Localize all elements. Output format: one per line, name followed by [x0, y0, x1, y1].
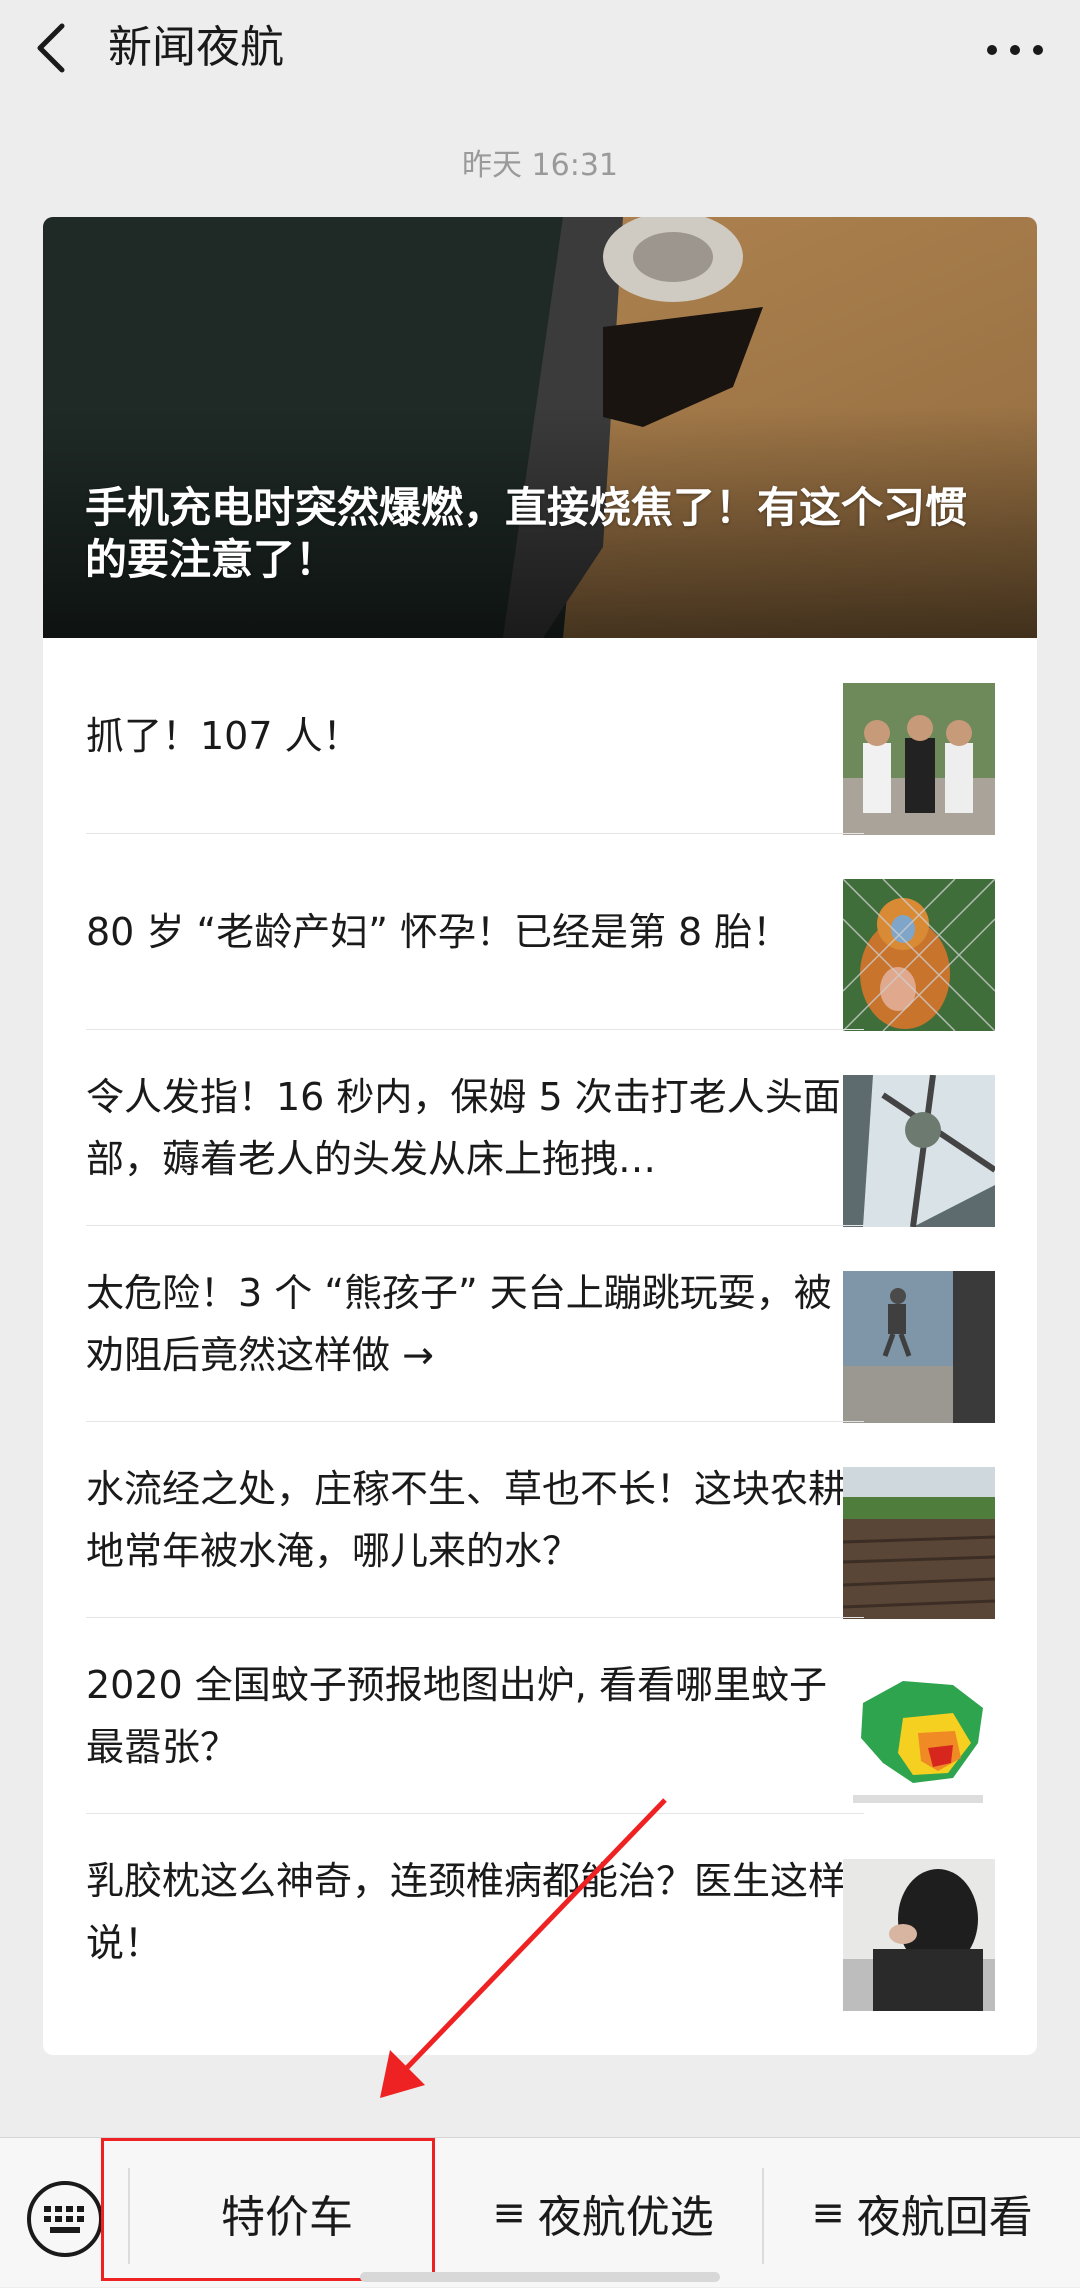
article-thumbnail [843, 1663, 995, 1815]
article-thumbnail [843, 879, 995, 1031]
top-nav-bar: 新闻夜航 [0, 0, 1080, 100]
article-title-wrap: 水流经之处，庄稼不生、草也不长！这块农耕地常年被水淹，哪儿来的水？ [86, 1422, 846, 1618]
photo-thumbnail-icon [843, 1075, 995, 1227]
photo-thumbnail-icon [843, 1467, 995, 1619]
chevron-left-icon [37, 23, 65, 73]
home-indicator [360, 2272, 720, 2282]
submenu-lines-icon: ≡ [811, 2190, 845, 2236]
article-title-wrap: 抓了！107 人！ [86, 638, 846, 834]
photo-thumbnail-icon [843, 683, 995, 835]
hero-article[interactable]: 手机充电时突然爆燃，直接烧焦了！有这个习惯的要注意了！ [43, 217, 1037, 638]
article-title: 令人发指！16 秒内，保姆 5 次击打老人头面部，薅着老人的头发从床上拖拽… [86, 1075, 841, 1181]
menu-item-label: 夜航优选 [537, 2192, 714, 2243]
article-thumbnail [843, 1859, 995, 2011]
page-title: 新闻夜航 [108, 22, 284, 73]
highlight-box [101, 2138, 435, 2281]
article-thumbnail [843, 1271, 995, 1423]
article-thumbnail [843, 1075, 995, 1227]
photo-thumbnail-icon [843, 1271, 995, 1423]
more-dots-icon [987, 45, 1043, 55]
photo-thumbnail-icon [843, 879, 995, 1031]
menu-item-label: 夜航回看 [856, 2192, 1033, 2243]
keyboard-toggle-button[interactable] [26, 2180, 104, 2258]
article-thumbnail [843, 1467, 995, 1619]
submenu-lines-icon: ≡ [492, 2190, 526, 2236]
article-title: 抓了！107 人！ [86, 714, 361, 758]
map-thumbnail-icon [843, 1663, 995, 1815]
menu-item-night-selection[interactable]: ≡ 夜航优选 [446, 2138, 760, 2288]
article-title: 水流经之处，庄稼不生、草也不长！这块农耕地常年被水淹，哪儿来的水？ [86, 1467, 846, 1573]
list-item[interactable]: 抓了！107 人！ [43, 638, 1037, 835]
back-button[interactable] [28, 18, 78, 78]
list-item[interactable]: 80 岁 “老龄产妇” 怀孕！已经是第 8 胎！ [43, 834, 1037, 1031]
article-title: 太危险！3 个 “熊孩子” 天台上蹦跳玩耍，被劝阻后竟然这样做 → [86, 1271, 832, 1377]
article-title: 2020 全国蚊子预报地图出炉, 看看哪里蚊子最嚣张？ [86, 1663, 827, 1769]
hero-title: 手机充电时突然爆燃，直接烧焦了！有这个习惯的要注意了！ [85, 483, 968, 584]
article-card: 手机充电时突然爆燃，直接烧焦了！有这个习惯的要注意了！ 抓了！107 人！ 80… [43, 217, 1037, 2055]
article-title: 80 岁 “老龄产妇” 怀孕！已经是第 8 胎！ [86, 910, 791, 954]
more-button[interactable] [980, 20, 1050, 80]
menu-item-night-replay[interactable]: ≡ 夜航回看 [764, 2138, 1080, 2288]
list-item[interactable]: 令人发指！16 秒内，保姆 5 次击打老人头面部，薅着老人的头发从床上拖拽… [43, 1030, 1037, 1227]
article-title-wrap: 太危险！3 个 “熊孩子” 天台上蹦跳玩耍，被劝阻后竟然这样做 → [86, 1226, 846, 1422]
list-item[interactable]: 水流经之处，庄稼不生、草也不长！这块农耕地常年被水淹，哪儿来的水？ [43, 1422, 1037, 1619]
article-title: 乳胶枕这么神奇，连颈椎病都能治？医生这样说！ [86, 1859, 846, 1965]
article-thumbnail [843, 683, 995, 835]
photo-thumbnail-icon [843, 1859, 995, 2011]
article-title-wrap: 80 岁 “老龄产妇” 怀孕！已经是第 8 胎！ [86, 834, 846, 1030]
article-title-wrap: 令人发指！16 秒内，保姆 5 次击打老人头面部，薅着老人的头发从床上拖拽… [86, 1030, 846, 1226]
list-item[interactable]: 太危险！3 个 “熊孩子” 天台上蹦跳玩耍，被劝阻后竟然这样做 → [43, 1226, 1037, 1423]
message-timestamp: 昨天 16:31 [462, 148, 618, 183]
keyboard-icon [27, 2181, 103, 2257]
article-title-wrap: 2020 全国蚊子预报地图出炉, 看看哪里蚊子最嚣张？ [86, 1618, 846, 1814]
list-item[interactable]: 2020 全国蚊子预报地图出炉, 看看哪里蚊子最嚣张？ [43, 1618, 1037, 1815]
list-item[interactable]: 乳胶枕这么神奇，连颈椎病都能治？医生这样说！ [43, 1814, 1037, 2011]
article-list: 抓了！107 人！ 80 岁 “老龄产妇” 怀孕！已经是第 8 胎！ 令人发指！… [43, 638, 1037, 2011]
article-title-wrap: 乳胶枕这么神奇，连颈椎病都能治？医生这样说！ [86, 1814, 846, 2010]
